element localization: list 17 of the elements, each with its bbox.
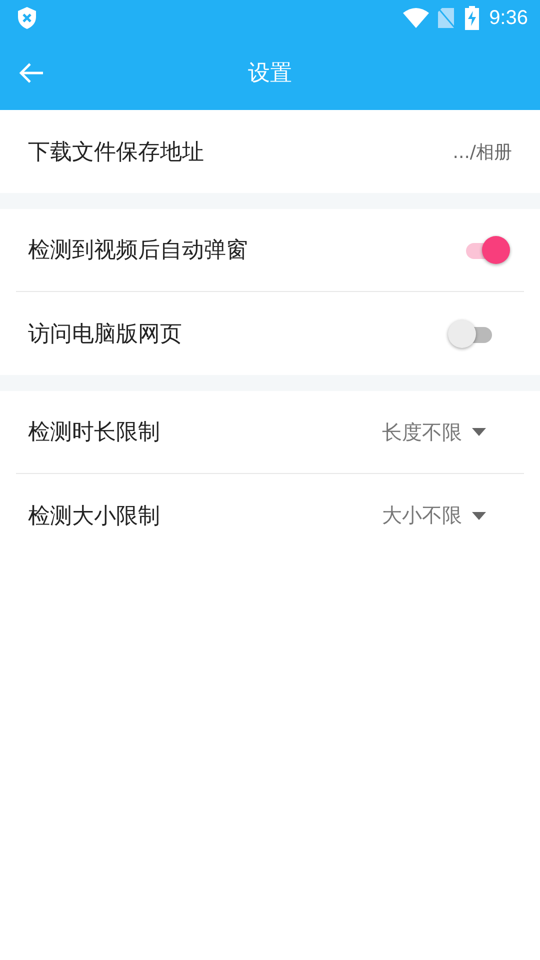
shield-icon (16, 6, 38, 30)
setting-label: 访问电脑版网页 (28, 320, 183, 348)
caret-icon (472, 512, 486, 520)
battery-charging-icon (465, 6, 480, 30)
setting-label: 检测时长限制 (28, 419, 161, 447)
setting-label: 检测大小限制 (28, 502, 161, 530)
setting-label: 检测到视频后自动弹窗 (28, 237, 249, 265)
dropdown[interactable]: 大小不限 (382, 502, 486, 529)
folder-path-value[interactable]: .../相册 (452, 140, 512, 164)
dropdown[interactable]: 长度不限 (382, 418, 486, 446)
wifi-icon (403, 8, 430, 28)
clock-time: 9:36 (489, 6, 528, 30)
setting-label: 下载文件保存地址 (28, 138, 205, 166)
back-arrow-icon (18, 62, 44, 84)
no-sim-icon (437, 7, 456, 29)
page-title: 设置 (248, 60, 292, 88)
caret-icon (472, 428, 486, 436)
